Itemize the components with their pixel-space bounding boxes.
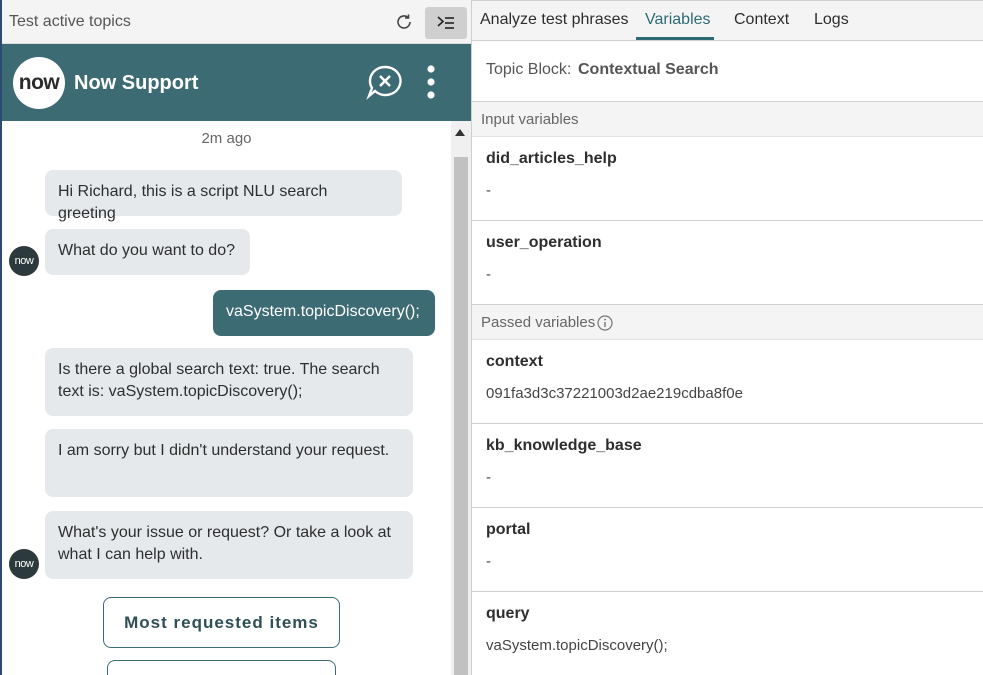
- variable-name: kb_knowledge_base: [486, 437, 642, 454]
- variable-row: kb_knowledge_base -: [472, 424, 983, 508]
- end-chat-icon: [366, 65, 402, 100]
- bot-message: Is there a global search text: true. The…: [45, 348, 413, 416]
- bot-message: Hi Richard, this is a script NLU search …: [45, 170, 402, 222]
- section-title: Passed variables: [481, 314, 596, 331]
- chat-title: Now Support: [74, 72, 199, 94]
- variable-value: -: [486, 469, 491, 486]
- panel-title: Test active topics: [9, 13, 131, 30]
- bot-message: I am sorry but I didn't understand your …: [45, 429, 413, 497]
- section-title: Input variables: [481, 111, 579, 128]
- variable-name: did_articles_help: [486, 150, 617, 167]
- most-requested-items-button[interactable]: Most requested items: [103, 597, 340, 648]
- bot-avatar: now: [9, 246, 39, 276]
- refresh-icon: [397, 14, 411, 29]
- collapse-panel-button[interactable]: [425, 7, 467, 39]
- variable-row: did_articles_help -: [472, 137, 983, 221]
- debug-panel: Analyze test phrases Variables Context L…: [471, 0, 983, 675]
- topic-block-label: Topic Block:: [486, 61, 572, 78]
- message-timestamp: 2m ago: [201, 130, 252, 147]
- info-icon[interactable]: [597, 315, 613, 331]
- avatar-text: now: [14, 255, 34, 267]
- scroll-thumb[interactable]: [454, 157, 468, 675]
- user-message: vaSystem.topicDiscovery();: [213, 290, 435, 336]
- tab-analyze-test-phrases[interactable]: Analyze test phrases: [480, 11, 629, 29]
- end-chat-button[interactable]: [366, 64, 404, 100]
- variable-value: -: [486, 182, 491, 199]
- chat-scrollbar[interactable]: [451, 121, 471, 675]
- variable-row: user_operation -: [472, 221, 983, 305]
- chat-option-button[interactable]: [107, 660, 336, 675]
- variable-value: -: [486, 266, 491, 283]
- variable-value: vaSystem.topicDiscovery();: [486, 637, 668, 654]
- variable-row: portal -: [472, 508, 983, 592]
- chat-messages: 2m ago Hi Richard, this is a script NLU …: [2, 121, 451, 675]
- tab-context[interactable]: Context: [734, 11, 789, 29]
- variable-name: user_operation: [486, 234, 602, 251]
- refresh-button[interactable]: [390, 8, 418, 36]
- more-options-button[interactable]: [420, 64, 442, 100]
- tab-variables[interactable]: Variables: [645, 11, 711, 29]
- now-logo: now: [13, 57, 65, 109]
- avatar-text: now: [14, 558, 34, 570]
- variable-row: context 091fa3d3c37221003d2ae219cdba8f0e: [472, 340, 983, 424]
- test-chat-panel: Test active topics now Now Support 2m ag…: [0, 0, 471, 675]
- variable-name: context: [486, 353, 543, 370]
- variable-name: portal: [486, 521, 531, 538]
- active-tab-indicator: [636, 37, 714, 40]
- topic-block-row: Topic Block: Contextual Search: [472, 41, 983, 102]
- variable-row: query vaSystem.topicDiscovery();: [472, 592, 983, 675]
- topic-block-value: Contextual Search: [578, 61, 719, 78]
- panel-header: Test active topics: [2, 0, 471, 44]
- input-variables-header: Input variables: [472, 102, 983, 137]
- collapse-panel-icon: [437, 16, 454, 29]
- more-vertical-icon: [427, 65, 435, 99]
- scroll-up-arrow-icon[interactable]: [455, 129, 465, 136]
- tab-logs[interactable]: Logs: [814, 11, 849, 29]
- variable-value: -: [486, 553, 491, 570]
- bot-message: What's your issue or request? Or take a …: [45, 511, 413, 579]
- passed-variables-header: Passed variables: [472, 305, 983, 340]
- debug-tabs: Analyze test phrases Variables Context L…: [472, 0, 983, 41]
- bot-avatar: now: [9, 549, 39, 579]
- logo-text: now: [18, 71, 60, 94]
- chat-header: now Now Support: [2, 44, 471, 121]
- variable-value: 091fa3d3c37221003d2ae219cdba8f0e: [486, 385, 743, 402]
- variable-name: query: [486, 605, 530, 622]
- bot-message: What do you want to do?: [45, 229, 250, 275]
